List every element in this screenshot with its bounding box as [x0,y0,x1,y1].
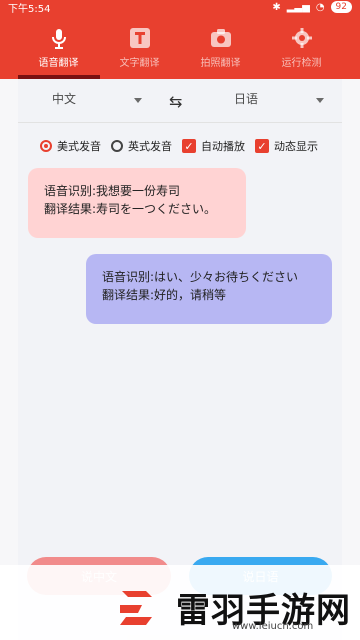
chevron-down-icon [134,98,142,103]
swap-languages-icon[interactable]: ⇆ [169,92,182,111]
text-t-icon [129,28,150,48]
recognized-text: 语音识别:我想要一份寿司 [44,184,181,198]
wifi-icon: ◔ [315,1,325,13]
tab-label: 拍照翻译 [200,58,241,69]
option-label: 自动播放 [201,140,245,153]
option-label: 英式发音 [128,140,172,153]
battery-badge: 92 [330,1,352,13]
option-label: 美式发音 [57,140,101,153]
options-row: 美式发音 英式发音 ✓ 自动播放 ✓ 动态显示 [40,137,318,155]
source-language-select[interactable]: 中文 [52,90,76,107]
tab-run-check[interactable]: 运行检测 [261,26,342,71]
auto-play-checkbox[interactable]: ✓ 自动播放 [182,138,245,154]
tab-photo-translate[interactable]: 拍照翻译 [180,26,261,71]
tab-text-translate[interactable]: 文字翻译 [99,26,180,71]
tab-label: 文字翻译 [119,58,160,69]
gear-icon [291,28,312,48]
checkbox-checked-icon: ✓ [182,139,196,153]
watermark-url: www.leiucn.com [232,621,314,632]
watermark-overlay: 雷羽手游网 www.leiucn.com [0,565,360,640]
signal-icon: ▂▃▅ [286,1,310,13]
tab-label: 运行检测 [281,58,322,69]
tab-voice-translate[interactable]: 语音翻译 [18,26,99,71]
target-language-label: 日语 [234,92,259,106]
divider [18,122,342,123]
source-language-label: 中文 [52,92,77,106]
active-tab-indicator [18,75,100,79]
site-logo-icon [120,591,152,625]
bluetooth-icon: ✱ [272,1,281,13]
recognized-text: 语音识别:はい、少々お待ちください [102,270,299,284]
checkbox-checked-icon: ✓ [255,139,269,153]
language-selector-row: 中文 ⇆ 日语 [18,90,342,112]
british-pronunciation-option[interactable]: 英式发音 [111,138,172,154]
radio-unchecked-icon [111,140,123,152]
translated-text: 翻译结果:好的，请稍等 [102,288,227,302]
radio-checked-icon [40,140,52,152]
status-bar: 下午5:54 ✱ ▂▃▅ ◔ 92 [0,0,360,15]
american-pronunciation-option[interactable]: 美式发音 [40,138,101,154]
status-icons: ✱ ▂▃▅ ◔ 92 [272,1,352,13]
chat-bubble-right: 语音识别:はい、少々お待ちください 翻译结果:好的，请稍等 [86,254,332,324]
option-label: 动态显示 [274,140,318,153]
top-bar: 下午5:54 ✱ ▂▃▅ ◔ 92 语音翻译 文字翻译 拍照翻译 运行检测 [0,0,360,79]
camera-icon [210,29,231,47]
tab-bar: 语音翻译 文字翻译 拍照翻译 运行检测 [18,26,342,71]
dynamic-display-checkbox[interactable]: ✓ 动态显示 [255,138,318,154]
microphone-icon [51,29,66,49]
chat-bubble-left: 语音识别:我想要一份寿司 翻译结果:寿司を一つください。 [28,168,246,238]
status-time: 下午5:54 [8,3,51,15]
target-language-select[interactable]: 日语 [234,90,258,107]
translated-text: 翻译结果:寿司を一つください。 [44,202,217,216]
tab-label: 语音翻译 [38,58,79,69]
chevron-down-icon [316,98,324,103]
